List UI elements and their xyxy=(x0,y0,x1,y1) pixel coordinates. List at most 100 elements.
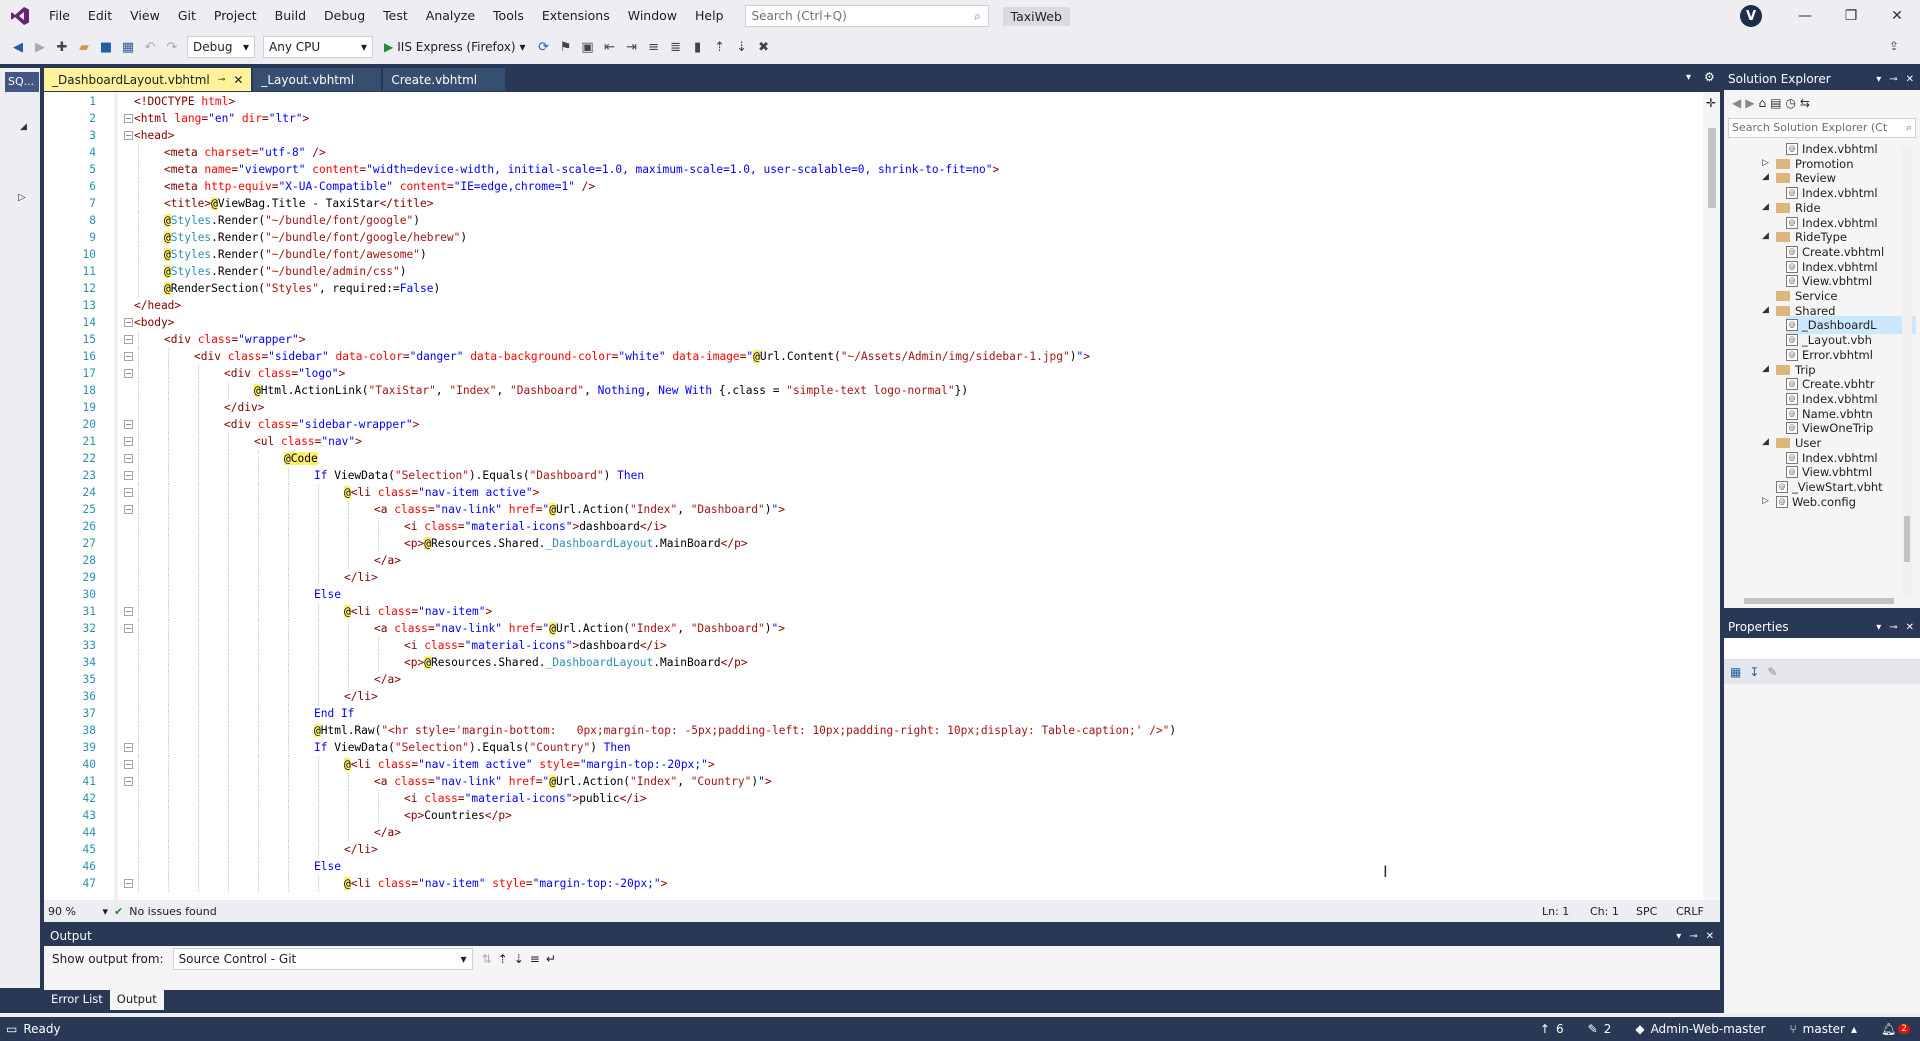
clear-all-icon[interactable]: ≡ xyxy=(530,952,540,966)
code-line[interactable]: @Styles.Render("~/bundle/font/google/heb… xyxy=(164,229,467,246)
code-line[interactable]: </a> xyxy=(374,824,401,841)
code-line[interactable]: @Code xyxy=(284,450,318,467)
branch-selector[interactable]: ⑂ master ▴ xyxy=(1789,1022,1857,1036)
solution-search-input[interactable]: Search Solution Explorer (Ct ⌕ xyxy=(1728,118,1916,138)
code-line[interactable]: <i class="material-icons">dashboard</i> xyxy=(404,518,667,535)
pin-icon[interactable]: ⊸ xyxy=(218,75,226,85)
repository-selector[interactable]: ◆ Admin-Web-master xyxy=(1635,1022,1765,1036)
dropdown-icon[interactable]: ▾ xyxy=(1676,931,1681,942)
outdent-icon[interactable]: ⇥ xyxy=(622,37,642,57)
menu-extensions[interactable]: Extensions xyxy=(533,0,619,32)
pending-changes[interactable]: ✎ 2 xyxy=(1588,1022,1612,1036)
collapse-arrow-icon[interactable]: ◢ xyxy=(1762,305,1769,315)
collapse-arrow-icon[interactable]: ◢ xyxy=(1762,231,1769,241)
refresh-icon[interactable]: ⟳ xyxy=(534,37,554,57)
save-icon[interactable]: ■ xyxy=(96,37,116,57)
issues-status[interactable]: No issues found xyxy=(129,905,216,918)
code-line[interactable]: <ul class="nav"> xyxy=(254,433,362,450)
code-line[interactable]: @Styles.Render("~/bundle/admin/css") xyxy=(164,263,407,280)
menu-tools[interactable]: Tools xyxy=(484,0,533,32)
save-all-icon[interactable]: ▦ xyxy=(118,37,138,57)
code-line[interactable]: <title>@ViewBag.Title - TaxiStar</title> xyxy=(164,195,433,212)
open-icon[interactable]: ▰ xyxy=(74,37,94,57)
fold-toggle-icon[interactable]: − xyxy=(124,624,133,633)
history-icon[interactable]: ◷ xyxy=(1785,96,1795,110)
code-line[interactable]: @RenderSection("Styles", required:=False… xyxy=(164,280,440,297)
fold-toggle-icon[interactable]: − xyxy=(124,760,133,769)
collapse-arrow-icon[interactable]: ◢ xyxy=(1762,364,1769,374)
code-line[interactable]: </div> xyxy=(224,399,264,416)
fold-toggle-icon[interactable]: − xyxy=(124,437,133,446)
find-message-icon[interactable]: ⇅ xyxy=(482,952,492,966)
comment-icon[interactable]: ≡ xyxy=(644,37,664,57)
close-icon[interactable]: ✕ xyxy=(1906,74,1914,85)
fold-toggle-icon[interactable]: − xyxy=(124,488,133,497)
code-line[interactable]: @Styles.Render("~/bundle/font/awesome") xyxy=(164,246,427,263)
expand-arrow-icon[interactable]: ▷ xyxy=(1762,496,1769,506)
browser-link-icon[interactable]: ⚑ xyxy=(556,37,576,57)
fold-toggle-icon[interactable]: − xyxy=(124,607,133,616)
menu-analyze[interactable]: Analyze xyxy=(417,0,484,32)
categorized-icon[interactable]: ▦ xyxy=(1730,665,1741,679)
redo-icon[interactable]: ↷ xyxy=(162,37,182,57)
next-message-icon[interactable]: ⇣ xyxy=(514,952,524,966)
dropdown-icon[interactable]: ▾ xyxy=(1876,622,1881,633)
fold-toggle-icon[interactable]: − xyxy=(124,471,133,480)
run-button[interactable]: ▶ IIS Express (Firefox) ▾ xyxy=(378,40,532,54)
fold-toggle-icon[interactable]: − xyxy=(124,777,133,786)
code-line[interactable]: End If xyxy=(314,705,354,722)
code-line[interactable]: </head> xyxy=(134,297,181,314)
sql-server-tab[interactable]: SQ... xyxy=(5,72,39,92)
code-line[interactable]: @Html.ActionLink("TaxiStar", "Index", "D… xyxy=(254,382,968,399)
code-line[interactable]: <body> xyxy=(134,314,174,331)
minimize-icon[interactable]: — xyxy=(1782,0,1828,32)
code-line[interactable]: <a class="nav-link" href="@Url.Action("I… xyxy=(374,773,772,790)
uncomment-icon[interactable]: ≣ xyxy=(666,37,686,57)
collapse-arrow-icon[interactable]: ◢ xyxy=(1762,172,1769,182)
close-icon[interactable]: ✕ xyxy=(233,73,243,87)
code-line[interactable]: <meta name="viewport" content="width=dev… xyxy=(164,161,999,178)
alphabetical-icon[interactable]: ↧ xyxy=(1749,665,1759,679)
clear-bookmarks-icon[interactable]: ✖ xyxy=(754,37,774,57)
fold-toggle-icon[interactable]: − xyxy=(124,420,133,429)
settings-gear-icon[interactable]: ⚙ xyxy=(1704,70,1715,84)
pin-icon[interactable]: ⊸ xyxy=(1889,622,1897,633)
restore-icon[interactable]: ❐ xyxy=(1828,0,1874,32)
visual-studio-logo-icon[interactable] xyxy=(0,0,40,32)
code-line[interactable]: <a class="nav-link" href="@Url.Action("I… xyxy=(374,501,785,518)
split-icon[interactable]: ✛ xyxy=(1706,96,1716,110)
sync-icon[interactable]: ⇆ xyxy=(1800,96,1810,110)
code-line[interactable]: <p>Countries</p> xyxy=(404,807,512,824)
back-icon[interactable]: ◀ xyxy=(1732,96,1741,110)
unpushed-commits[interactable]: ↑ 6 xyxy=(1540,1022,1564,1036)
tree-scroll-thumb[interactable] xyxy=(1904,516,1910,562)
code-line[interactable]: @<li class="nav-item active" style="marg… xyxy=(344,756,715,773)
close-icon[interactable]: ✕ xyxy=(1706,931,1714,942)
code-line[interactable]: <p>@Resources.Shared._DashboardLayout.Ma… xyxy=(404,535,748,552)
menu-help[interactable]: Help xyxy=(686,0,733,32)
tab-output[interactable]: Output xyxy=(109,990,164,1010)
dropdown-icon[interactable]: ▾ xyxy=(1876,74,1881,85)
fold-toggle-icon[interactable]: − xyxy=(124,454,133,463)
code-line[interactable]: @Styles.Render("~/bundle/font/google") xyxy=(164,212,420,229)
code-line[interactable]: @<li class="nav-item" style="margin-top:… xyxy=(344,875,667,892)
menu-debug[interactable]: Debug xyxy=(315,0,374,32)
expand-arrow-icon[interactable]: ▷ xyxy=(1762,158,1769,168)
fold-toggle-icon[interactable]: − xyxy=(124,352,133,361)
collapse-arrow-icon[interactable]: ◢ xyxy=(1762,437,1769,447)
code-line[interactable]: <div class="sidebar-wrapper"> xyxy=(224,416,419,433)
zoom-select[interactable]: 90 % ▾ xyxy=(48,905,108,918)
fold-toggle-icon[interactable]: − xyxy=(124,335,133,344)
fold-toggle-icon[interactable]: − xyxy=(124,114,133,123)
notifications[interactable]: 🔔︎ 2 xyxy=(1881,1022,1910,1036)
code-line[interactable]: @Html.Raw("<hr style='margin-bottom: 0px… xyxy=(314,722,1176,739)
tab-error-list[interactable]: Error List xyxy=(44,990,110,1010)
undo-icon[interactable]: ↶ xyxy=(140,37,160,57)
collapse-arrow-icon[interactable]: ◢ xyxy=(1762,202,1769,212)
code-line[interactable]: <i class="material-icons">public</i> xyxy=(404,790,647,807)
close-icon[interactable]: ✕ xyxy=(1906,622,1914,633)
indent-icon[interactable]: ⇤ xyxy=(600,37,620,57)
expand-icon[interactable]: ▷ xyxy=(18,192,26,203)
fold-toggle-icon[interactable]: − xyxy=(124,369,133,378)
code-line[interactable]: <!DOCTYPE html> xyxy=(134,93,235,110)
